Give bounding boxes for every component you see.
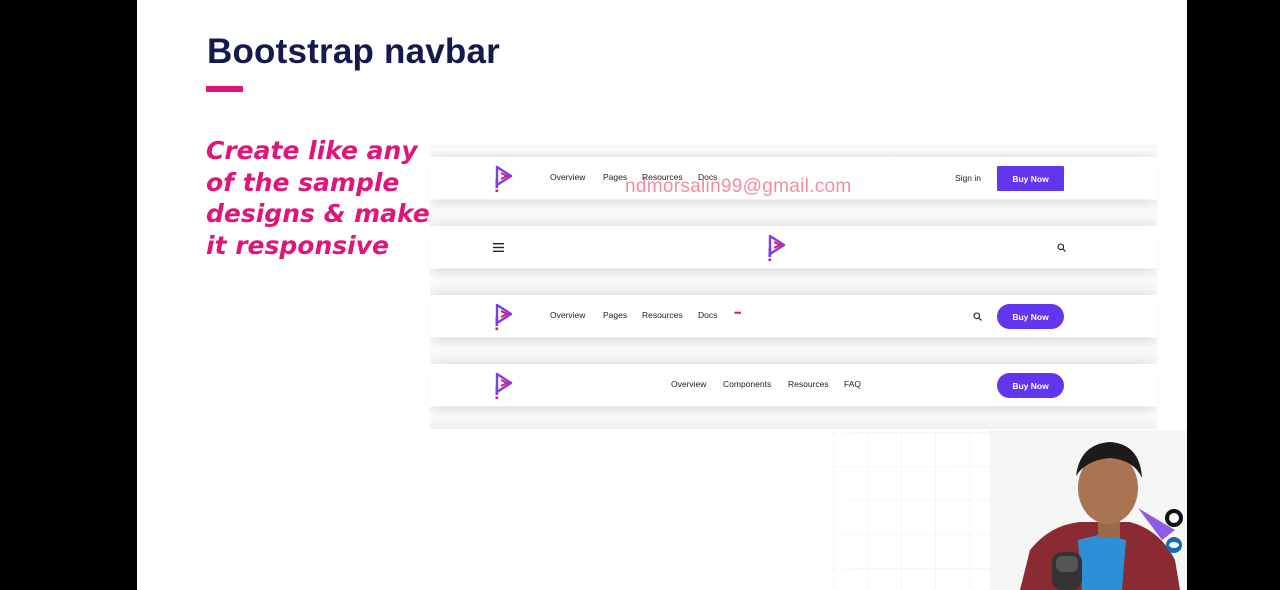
- brand-logo-icon[interactable]: [493, 372, 515, 400]
- navbar-sample-2: [430, 226, 1157, 268]
- buy-now-button[interactable]: Buy Now: [997, 304, 1064, 329]
- brand-logo-icon[interactable]: [493, 165, 515, 193]
- nav-link-pages[interactable]: Pages: [603, 172, 627, 182]
- slide-title: Bootstrap navbar: [207, 32, 500, 71]
- brand-logo-icon[interactable]: [766, 234, 788, 262]
- nav-link-overview[interactable]: Overview: [671, 379, 706, 389]
- nav-link-docs[interactable]: Docs: [698, 310, 717, 320]
- nav-link-overview[interactable]: Overview: [550, 310, 585, 320]
- buy-now-button[interactable]: Buy Now: [997, 166, 1064, 191]
- separator-band: [430, 200, 1157, 226]
- search-icon[interactable]: [1057, 243, 1066, 252]
- nav-link-overview[interactable]: Overview: [550, 172, 585, 182]
- brand-logo-icon[interactable]: [493, 303, 515, 331]
- separator-band: [430, 407, 1157, 429]
- task-line: of the sample: [206, 167, 400, 197]
- more-menu-icon[interactable]: •••: [734, 308, 742, 318]
- task-line: designs & make: [206, 199, 430, 228]
- buy-now-button[interactable]: Buy Now: [997, 373, 1064, 398]
- navbar-sample-4: Overview Components Resources FAQ Buy No…: [430, 364, 1157, 406]
- navbar-sample-3: Overview Pages Resources Docs ••• Buy No…: [430, 295, 1157, 337]
- separator-band: [430, 338, 1157, 364]
- task-line: it responsive: [206, 230, 389, 260]
- separator-band: [430, 145, 1157, 157]
- email-watermark: ndmorsalin99@gmail.com: [625, 176, 852, 197]
- nav-link-pages[interactable]: Pages: [603, 310, 627, 320]
- nav-link-resources[interactable]: Resources: [788, 379, 829, 389]
- presenter-image: [990, 430, 1187, 590]
- presenter-webcam: [990, 430, 1187, 590]
- nav-link-faq[interactable]: FAQ: [844, 379, 861, 389]
- separator-band: [430, 269, 1157, 295]
- nav-link-components[interactable]: Components: [723, 379, 771, 389]
- task-line: Create like any: [206, 136, 418, 165]
- search-icon[interactable]: [973, 312, 982, 321]
- title-underline: [206, 86, 243, 92]
- sign-in-link[interactable]: Sign in: [955, 173, 981, 183]
- task-instructions: Create like any of the sample designs & …: [206, 135, 430, 261]
- hamburger-icon[interactable]: [493, 243, 504, 252]
- nav-link-resources[interactable]: Resources: [642, 310, 683, 320]
